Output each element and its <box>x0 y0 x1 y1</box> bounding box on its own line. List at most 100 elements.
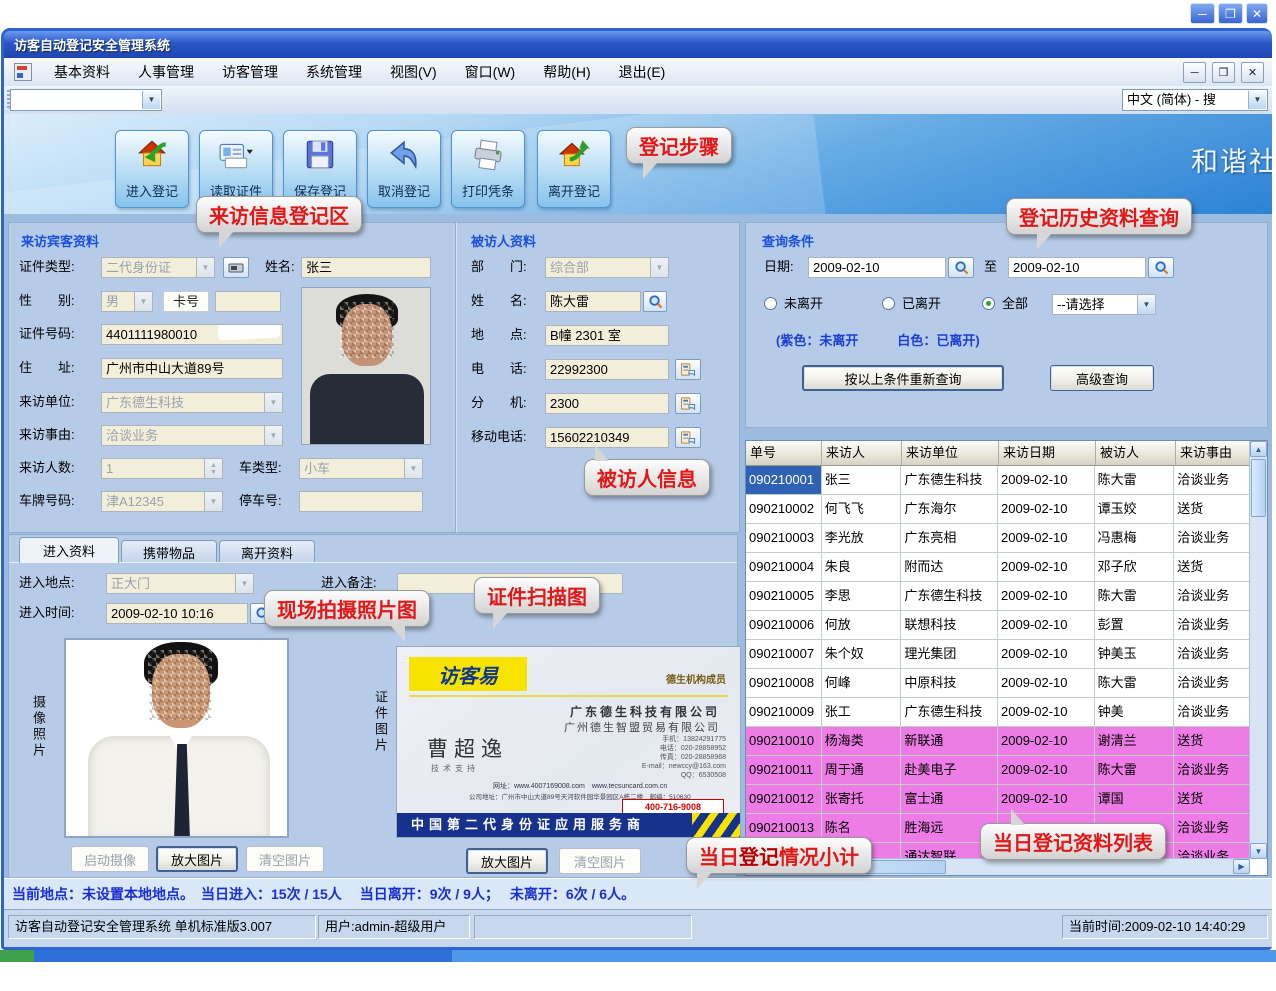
table-row[interactable]: 090210005李思广东德生科技2009-02-10陈大雷洽谈业务 <box>746 582 1250 611</box>
vertical-scroll-thumb[interactable] <box>1251 459 1266 517</box>
phone-field[interactable]: 22992300 <box>545 359 669 380</box>
table-cell[interactable]: 送货 <box>1174 495 1250 524</box>
table-cell[interactable]: 090210003 <box>746 524 822 553</box>
table-cell[interactable]: 陈大雷 <box>1095 582 1175 611</box>
id-type-select[interactable]: 二代身份证▼ <box>101 257 215 278</box>
id-number-field[interactable]: 4401111980010 <box>101 324 283 345</box>
table-cell[interactable]: 2009-02-10 <box>998 582 1095 611</box>
table-cell[interactable]: 洽谈业务 <box>1174 814 1250 843</box>
parking-field[interactable] <box>299 491 423 512</box>
table-cell[interactable]: 送货 <box>1174 785 1250 814</box>
table-cell[interactable]: 送货 <box>1174 727 1250 756</box>
clear-photo-button[interactable]: 清空图片 <box>246 846 324 872</box>
search-person-button[interactable] <box>643 291 667 312</box>
table-cell[interactable]: 2009-02-10 <box>998 495 1095 524</box>
table-cell[interactable]: 广东德生科技 <box>901 582 998 611</box>
table-cell[interactable]: 洽谈业务 <box>1174 611 1250 640</box>
vertical-scrollbar[interactable]: ▲ ▼ <box>1249 441 1267 859</box>
table-cell[interactable]: 附而达 <box>901 553 998 582</box>
scroll-up-button[interactable]: ▲ <box>1250 441 1267 457</box>
table-cell[interactable]: 陈大雷 <box>1095 756 1175 785</box>
table-cell[interactable]: 090210006 <box>746 611 822 640</box>
table-cell[interactable]: 广东亮相 <box>901 524 998 553</box>
column-header[interactable]: 被访人 <box>1096 441 1176 466</box>
entry-time-field[interactable]: 2009-02-10 10:16 <box>106 603 248 624</box>
table-cell[interactable]: 谭国 <box>1095 785 1175 814</box>
tab-entry-info[interactable]: 进入资料 <box>19 537 119 563</box>
table-cell[interactable]: 彭置 <box>1095 611 1175 640</box>
table-cell[interactable]: 新联通 <box>901 727 998 756</box>
restore-button[interactable]: ❐ <box>1218 3 1243 24</box>
column-header[interactable]: 单号 <box>746 441 822 466</box>
scroll-down-button[interactable]: ▼ <box>1250 843 1267 859</box>
table-cell[interactable]: 2009-02-10 <box>998 698 1095 727</box>
table-cell[interactable]: 090210007 <box>746 640 822 669</box>
table-cell[interactable]: 洽谈业务 <box>1174 669 1250 698</box>
visited-name-field[interactable]: 陈大雷 <box>545 291 641 312</box>
clear-id-image-button[interactable]: 清空图片 <box>559 848 641 874</box>
visitor-name-field[interactable]: 张三 <box>301 257 431 278</box>
column-header[interactable]: 来访人 <box>822 441 902 466</box>
table-cell[interactable]: 洽谈业务 <box>1174 466 1250 495</box>
table-cell[interactable]: 2009-02-10 <box>998 553 1095 582</box>
dial-ext-button[interactable] <box>675 393 701 414</box>
tab-leave-info[interactable]: 离开资料 <box>219 540 315 563</box>
table-cell[interactable]: 090210008 <box>746 669 822 698</box>
table-cell[interactable]: 富士通 <box>901 785 998 814</box>
requery-button[interactable]: 按以上条件重新查询 <box>802 365 1004 391</box>
table-cell[interactable]: 广东海尔 <box>901 495 998 524</box>
table-cell[interactable]: 理光集团 <box>901 640 998 669</box>
table-cell[interactable]: 090210002 <box>746 495 822 524</box>
close-button[interactable]: ✕ <box>1246 3 1268 24</box>
column-header[interactable]: 来访单位 <box>902 441 999 466</box>
radio-left[interactable] <box>882 297 895 310</box>
table-cell[interactable]: 中原科技 <box>901 669 998 698</box>
table-cell[interactable]: 090210012 <box>746 785 822 814</box>
table-cell[interactable]: 2009-02-10 <box>998 611 1095 640</box>
table-cell[interactable]: 李光放 <box>822 524 902 553</box>
table-cell[interactable]: 090210010 <box>746 727 822 756</box>
date-from-picker-button[interactable] <box>948 257 974 278</box>
table-row[interactable]: 090210004朱良附而达2009-02-10邓子欣送货 <box>746 553 1250 582</box>
column-header[interactable]: 来访日期 <box>999 441 1096 466</box>
table-cell[interactable]: 张三 <box>822 466 902 495</box>
table-cell[interactable]: 周于通 <box>822 756 902 785</box>
card-no-field[interactable] <box>215 291 281 312</box>
menu-item-system[interactable]: 系统管理 <box>292 58 376 86</box>
zoom-photo-button[interactable]: 放大图片 <box>156 846 238 872</box>
table-cell[interactable]: 陈大雷 <box>1095 669 1175 698</box>
enter-register-button[interactable]: 进入登记 <box>115 130 189 208</box>
leave-register-button[interactable]: 离开登记 <box>537 130 611 208</box>
table-cell[interactable]: 洽谈业务 <box>1174 524 1250 553</box>
address-field[interactable]: 广州市中山大道89号 <box>101 358 283 379</box>
table-cell[interactable]: 2009-02-10 <box>998 669 1095 698</box>
table-cell[interactable]: 洽谈业务 <box>1174 843 1250 859</box>
print-receipt-button[interactable]: 打印凭条 <box>451 130 525 208</box>
table-cell[interactable]: 090210011 <box>746 756 822 785</box>
table-cell[interactable]: 张寄托 <box>822 785 902 814</box>
table-cell[interactable]: 广东德生科技 <box>901 466 998 495</box>
table-cell[interactable]: 广东德生科技 <box>901 698 998 727</box>
table-cell[interactable]: 2009-02-10 <box>998 727 1095 756</box>
dial-phone-button[interactable] <box>675 359 701 380</box>
table-cell[interactable]: 赴美电子 <box>901 756 998 785</box>
menu-item-visitor[interactable]: 访客管理 <box>208 58 292 86</box>
table-row[interactable]: 090210002何飞飞广东海尔2009-02-10谭玉姣送货 <box>746 495 1250 524</box>
table-cell[interactable]: 2009-02-10 <box>998 756 1095 785</box>
table-cell[interactable]: 洽谈业务 <box>1174 698 1250 727</box>
table-row[interactable]: 090210001张三广东德生科技2009-02-10陈大雷洽谈业务 <box>746 466 1250 495</box>
table-row[interactable]: 090210006何放联想科技2009-02-10彭置洽谈业务 <box>746 611 1250 640</box>
menu-item-exit[interactable]: 退出(E) <box>605 58 680 86</box>
table-cell[interactable]: 090210004 <box>746 553 822 582</box>
reason-select[interactable]: 洽谈业务▼ <box>101 425 283 446</box>
location-field[interactable]: B幢 2301 室 <box>545 325 669 346</box>
radio-not-left[interactable] <box>764 297 777 310</box>
column-header[interactable]: 来访事由 <box>1176 441 1250 466</box>
table-row[interactable]: 090210008何峰中原科技2009-02-10陈大雷洽谈业务 <box>746 669 1250 698</box>
table-cell[interactable]: 邓子欣 <box>1095 553 1175 582</box>
menu-item-hr[interactable]: 人事管理 <box>124 58 208 86</box>
gender-select[interactable]: 男▼ <box>101 291 153 312</box>
table-cell[interactable]: 谢清兰 <box>1095 727 1175 756</box>
quick-search-combo[interactable]: ▼ <box>10 89 162 111</box>
menu-item-help[interactable]: 帮助(H) <box>529 58 604 86</box>
